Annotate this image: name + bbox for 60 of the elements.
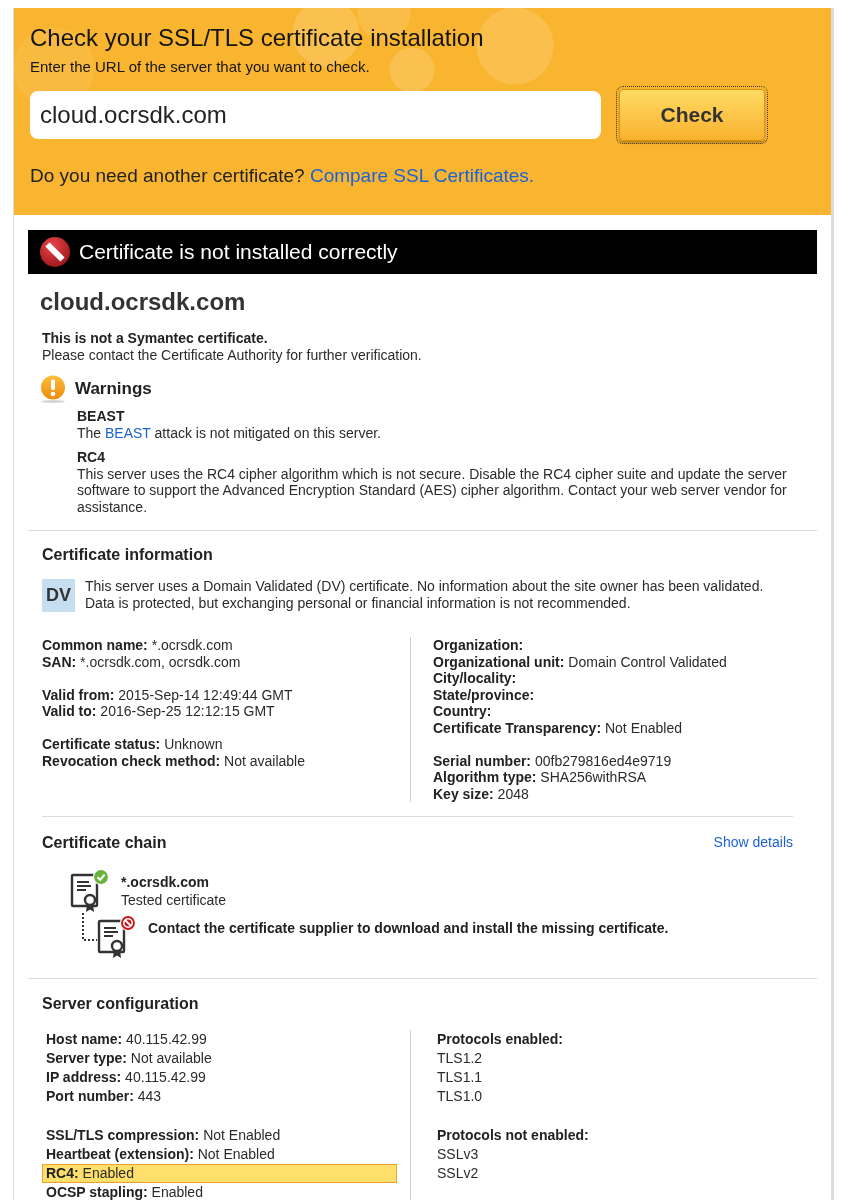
warnings-heading: Warnings [75,378,152,401]
compare-link[interactable]: Compare SSL Certificates. [309,165,535,186]
show-details-link[interactable]: Show details [713,832,793,852]
certificate-name: *.ocrsdk.com [121,873,210,891]
certificate-message: Contact the certificate supplier to download and install the missing certificate. [148,919,669,937]
dv-badge: DV [42,579,75,612]
protocol-text: TLS1.2 [437,1049,484,1068]
field-text: Certificate Transparency: Not Enabled [433,719,684,736]
dotted-connector [82,913,97,941]
check-button[interactable]: Check [619,89,765,141]
setting-text: IP address: 40.115.42.99 [45,1068,207,1087]
field-text: Valid to: 2016-Sep-25 12:12:15 GMT [42,703,276,720]
page-title: Check your SSL/TLS certificate installation [30,23,485,52]
protocols-heading: Protocols not enabled: [437,1126,589,1145]
setting-text: OCSP stapling: Enabled [45,1183,204,1200]
prompt-text: Do you need another certificate? Compare SSL Certificates. [30,165,536,187]
setting-text: Heartbeat (extension): Not Enabled [45,1145,276,1164]
field-text: Common name: *.ocrsdk.com [42,637,234,654]
field-text: Valid from: 2015-Sep-14 12:49:44 GMT [42,686,294,703]
url-input[interactable]: cloud.ocrsdk.com [30,91,601,139]
setting-text: Port number: 443 [45,1087,163,1106]
field-text: Certificate status: Unknown [42,736,224,753]
warning-text: This server uses the RC4 cipher algorithm which is not secure. Disable the RC4 cipher suite and update the server software to support the Advanced Encryption Standard (AES) cipher algorithm. Contact your web server vendor for assistance. [77,465,788,515]
setting-text: Server type: Not available [45,1049,213,1068]
section-title: Certificate information [42,545,214,564]
warning-title: RC4 [77,449,106,466]
notice-title: This is not a Symantec certificate. [42,330,269,347]
field-text: Country: [433,703,493,720]
certificate-check-icon [70,869,109,913]
protocols-heading: Protocols enabled: [437,1030,565,1049]
field-text: Revocation check method: Not available [42,752,306,769]
section-title: Server configuration [42,994,200,1013]
certificate-blocked-icon [97,915,136,959]
prohibited-icon [40,237,70,267]
certificate-note: Tested certificate [121,891,227,909]
field-text: Algorithm type: SHA256withRSA [433,769,648,786]
field-text: Key size: 2048 [433,785,530,802]
field-text: Organization: [433,637,525,654]
hostname-heading: cloud.ocrsdk.com [39,288,247,316]
section-title: Certificate chain [42,832,167,852]
page-subtitle: Enter the URL of the server that you want to check. [30,58,371,76]
warning-title: BEAST [77,408,126,425]
banner-text: Certificate is not installed correctly [79,239,398,266]
protocol-text: SSLv3 [437,1145,480,1164]
setting-text: Host name: 40.115.42.99 [45,1030,208,1049]
notice-text: Please contact the Certificate Authority for further verification. [42,346,423,363]
validation-text: This server uses a Domain Validated (DV) certificate. No information about the site owner has been validated. Data is protected, but exchanging personal or financial information is not recommended. [85,577,765,612]
field-text: SAN: *.ocrsdk.com, ocrsdk.com [42,653,242,670]
protocol-text: SSLv2 [437,1164,480,1183]
exclamation-icon [40,375,66,403]
field-text: City/locality: [433,670,518,687]
warning-link[interactable]: BEAST [105,424,151,441]
warning-text: The BEAST attack is not mitigated on this server. [77,424,382,441]
field-text: Organizational unit: Domain Control Validated [433,653,727,670]
field-text: State/province: [433,686,536,703]
highlighted-setting: RC4: Enabled [42,1164,397,1183]
protocol-text: TLS1.0 [437,1087,484,1106]
protocol-text: TLS1.1 [437,1068,484,1087]
field-text: Serial number: 00fb279816ed4e9719 [433,752,673,769]
setting-text: SSL/TLS compression: Not Enabled [45,1126,282,1145]
